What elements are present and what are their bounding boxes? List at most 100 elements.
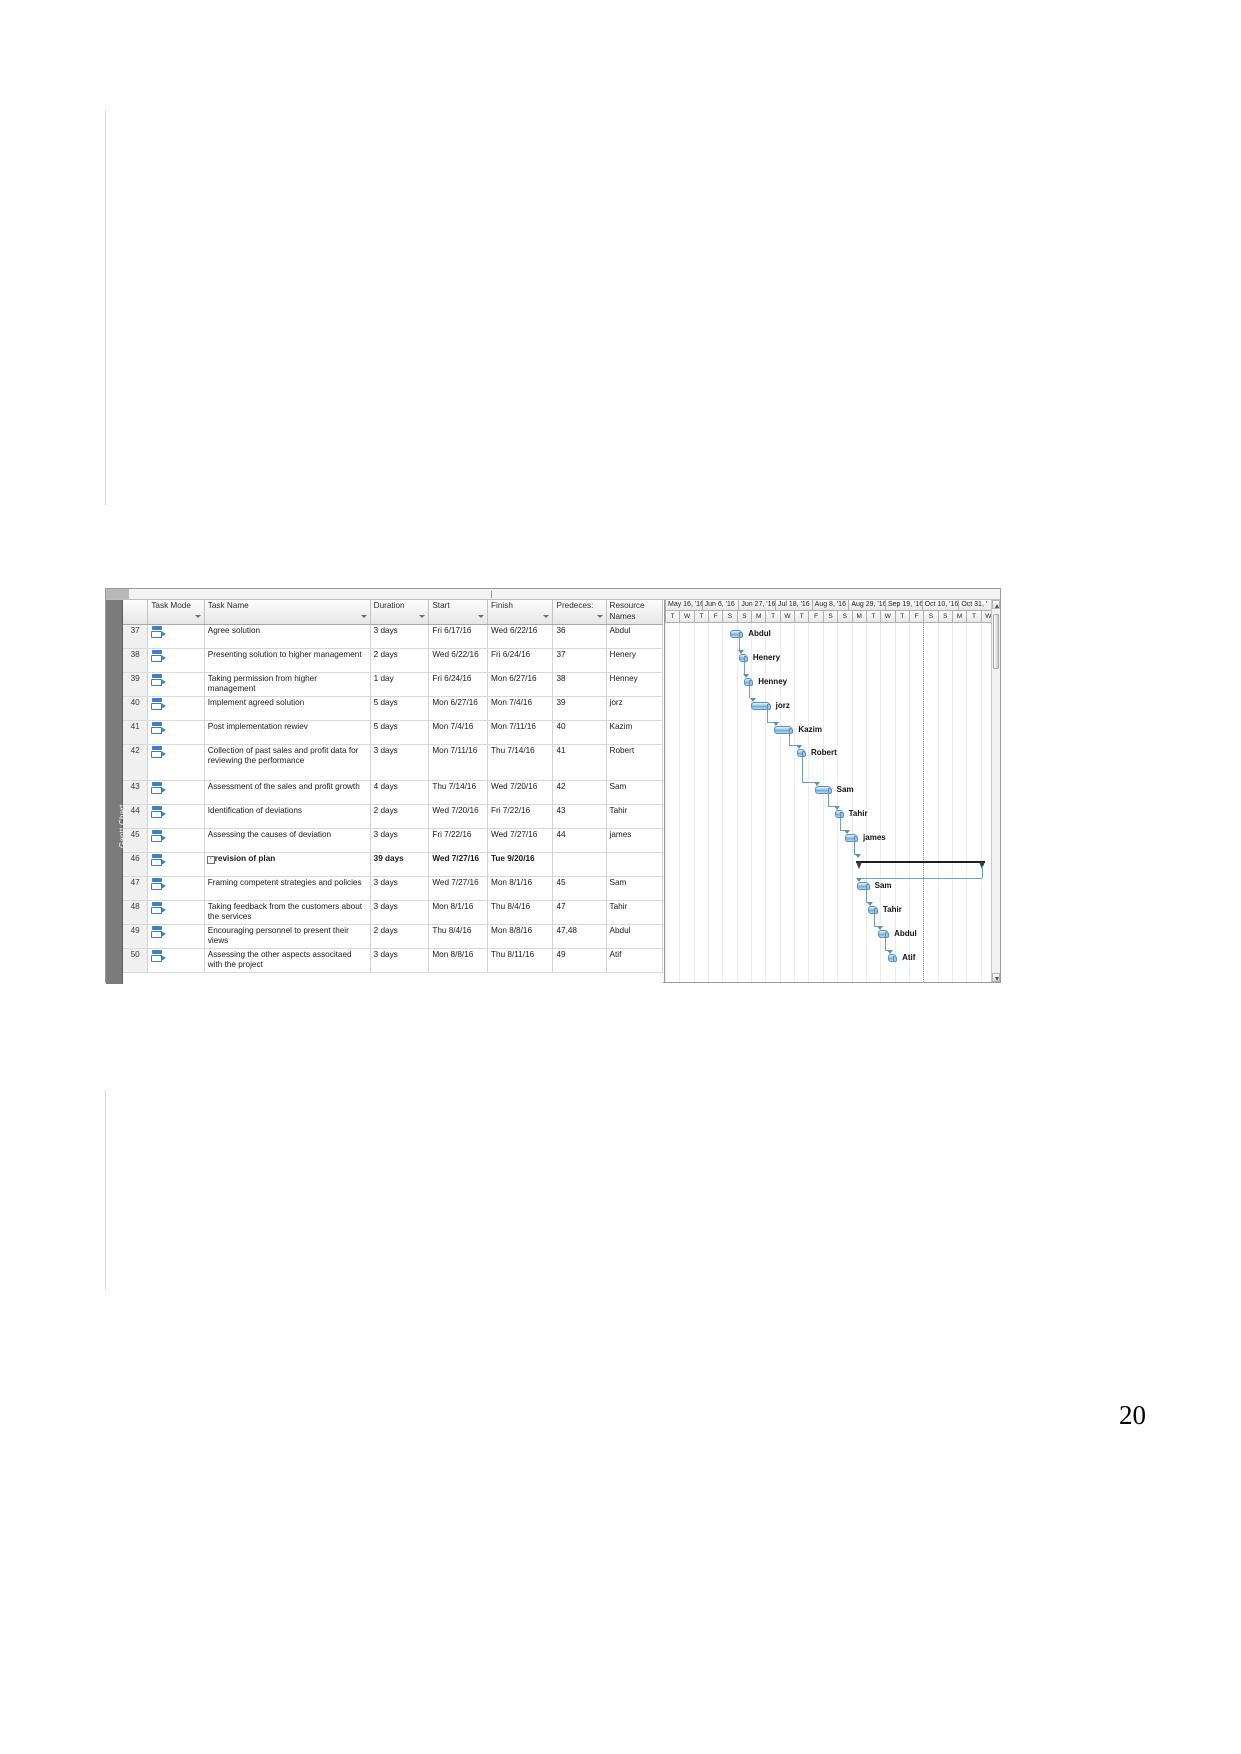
row-id-cell[interactable]: 38	[123, 648, 148, 672]
resource-names-cell[interactable]: Sam	[606, 876, 662, 900]
table-row[interactable]: 41Post implementation rewiev5 daysMon 7/…	[123, 720, 663, 744]
predecessors-cell[interactable]: 49	[553, 948, 606, 972]
start-cell[interactable]: Wed 7/27/16	[429, 876, 488, 900]
start-cell[interactable]: Fri 6/24/16	[429, 672, 488, 696]
task-name-cell[interactable]: Framing competent strategies and policie…	[204, 876, 370, 900]
gantt-summary-bar[interactable]	[856, 861, 985, 863]
task-mode-cell[interactable]	[148, 924, 204, 948]
predecessors-cell[interactable]: 41	[553, 744, 606, 780]
predecessors-cell[interactable]: 40	[553, 720, 606, 744]
task-name-cell[interactable]: Encouraging personnel to present their v…	[204, 924, 370, 948]
task-mode-cell[interactable]	[148, 852, 204, 876]
row-id-cell[interactable]: 44	[123, 804, 148, 828]
task-sheet[interactable]: Task Mode Task Name Duration Start Finis…	[123, 600, 663, 984]
finish-cell[interactable]: Wed 7/27/16	[488, 828, 553, 852]
row-id-cell[interactable]: 42	[123, 744, 148, 780]
auto-schedule-icon[interactable]	[151, 650, 164, 661]
resource-names-cell[interactable]: Atif	[606, 948, 662, 972]
duration-cell[interactable]: 3 days	[370, 744, 429, 780]
task-name-cell[interactable]: Collection of past sales and profit data…	[204, 744, 370, 780]
task-name-cell[interactable]: Identification of deviations	[204, 804, 370, 828]
gantt-task-bar[interactable]	[739, 654, 747, 662]
finish-cell[interactable]: Thu 8/4/16	[488, 900, 553, 924]
task-mode-cell[interactable]	[148, 624, 204, 648]
gantt-task-bar[interactable]	[730, 630, 742, 638]
resource-names-cell[interactable]: Sam	[606, 780, 662, 804]
predecessors-cell[interactable]: 38	[553, 672, 606, 696]
row-id-cell[interactable]: 37	[123, 624, 148, 648]
column-header-duration[interactable]: Duration	[370, 600, 429, 624]
select-all-corner[interactable]	[106, 589, 129, 599]
auto-schedule-icon[interactable]	[151, 806, 164, 817]
auto-schedule-icon[interactable]	[151, 902, 164, 913]
resource-names-cell[interactable]: james	[606, 828, 662, 852]
auto-schedule-icon[interactable]	[151, 926, 164, 937]
start-cell[interactable]: Mon 8/8/16	[429, 948, 488, 972]
auto-schedule-icon[interactable]	[151, 674, 164, 685]
task-mode-cell[interactable]	[148, 648, 204, 672]
gantt-task-bar[interactable]	[815, 786, 830, 794]
filter-arrow-icon[interactable]	[419, 615, 425, 618]
start-cell[interactable]: Fri 6/17/16	[429, 624, 488, 648]
auto-schedule-icon[interactable]	[151, 722, 164, 733]
predecessors-cell[interactable]	[553, 852, 606, 876]
resource-names-cell[interactable]: jorz	[606, 696, 662, 720]
start-cell[interactable]: Mon 8/1/16	[429, 900, 488, 924]
finish-cell[interactable]: Fri 7/22/16	[488, 804, 553, 828]
table-row[interactable]: 50Assessing the other aspects associtaed…	[123, 948, 663, 972]
filter-arrow-icon[interactable]	[478, 615, 484, 618]
gantt-task-bar[interactable]	[845, 834, 858, 842]
task-mode-cell[interactable]	[148, 804, 204, 828]
duration-cell[interactable]: 5 days	[370, 696, 429, 720]
column-header-finish[interactable]: Finish	[488, 600, 553, 624]
task-mode-cell[interactable]	[148, 948, 204, 972]
collapse-toggle-icon[interactable]: -	[207, 856, 215, 864]
start-cell[interactable]: Wed 7/27/16	[429, 852, 488, 876]
duration-cell[interactable]: 2 days	[370, 648, 429, 672]
table-row[interactable]: 37Agree solution3 daysFri 6/17/16Wed 6/2…	[123, 624, 663, 648]
task-mode-cell[interactable]	[148, 696, 204, 720]
task-name-cell[interactable]: Presenting solution to higher management	[204, 648, 370, 672]
row-id-cell[interactable]: 47	[123, 876, 148, 900]
duration-cell[interactable]: 2 days	[370, 924, 429, 948]
task-name-cell[interactable]: Assessment of the sales and profit growt…	[204, 780, 370, 804]
start-cell[interactable]: Wed 7/20/16	[429, 804, 488, 828]
duration-cell[interactable]: 3 days	[370, 900, 429, 924]
duration-cell[interactable]: 39 days	[370, 852, 429, 876]
start-cell[interactable]: Wed 6/22/16	[429, 648, 488, 672]
finish-cell[interactable]: Mon 7/4/16	[488, 696, 553, 720]
task-name-cell[interactable]: Post implementation rewiev	[204, 720, 370, 744]
auto-schedule-icon[interactable]	[151, 878, 164, 889]
task-name-cell[interactable]: Assessing the other aspects associtaed w…	[204, 948, 370, 972]
column-header-id[interactable]	[123, 600, 148, 624]
gantt-chart-pane[interactable]: May 16, '16Jun 6, '16Jun 27, '16Jul 18, …	[664, 600, 991, 982]
predecessors-cell[interactable]: 47	[553, 900, 606, 924]
scrollbar-thumb[interactable]	[993, 614, 999, 669]
resource-names-cell[interactable]: Abdul	[606, 624, 662, 648]
duration-cell[interactable]: 2 days	[370, 804, 429, 828]
column-header-start[interactable]: Start	[429, 600, 488, 624]
row-id-cell[interactable]: 46	[123, 852, 148, 876]
start-cell[interactable]: Fri 7/22/16	[429, 828, 488, 852]
table-row[interactable]: 40Implement agreed solution5 daysMon 6/2…	[123, 696, 663, 720]
gantt-plot-area[interactable]: AbdulHeneryHenneyjorzKazimRobertSamTahir…	[665, 623, 991, 982]
duration-cell[interactable]: 4 days	[370, 780, 429, 804]
resource-names-cell[interactable]: Henery	[606, 648, 662, 672]
resource-names-cell[interactable]: Henney	[606, 672, 662, 696]
gantt-task-bar[interactable]	[857, 882, 869, 890]
gantt-task-bar[interactable]	[774, 726, 792, 734]
table-row[interactable]: 44 Identification of deviations2 daysWed …	[123, 804, 663, 828]
auto-schedule-icon[interactable]	[151, 782, 164, 793]
column-header-resource-names[interactable]: Resource Names	[606, 600, 662, 624]
start-cell[interactable]: Thu 7/14/16	[429, 780, 488, 804]
gantt-task-bar[interactable]	[888, 954, 896, 962]
table-row[interactable]: 49 Encouraging personnel to present their…	[123, 924, 663, 948]
row-id-cell[interactable]: 49	[123, 924, 148, 948]
task-name-cell[interactable]: Implement agreed solution	[204, 696, 370, 720]
filter-arrow-icon[interactable]	[361, 615, 367, 618]
predecessors-cell[interactable]: 37	[553, 648, 606, 672]
predecessors-cell[interactable]: 45	[553, 876, 606, 900]
predecessors-cell[interactable]: 43	[553, 804, 606, 828]
finish-cell[interactable]: Wed 6/22/16	[488, 624, 553, 648]
gantt-task-bar[interactable]	[835, 810, 843, 818]
